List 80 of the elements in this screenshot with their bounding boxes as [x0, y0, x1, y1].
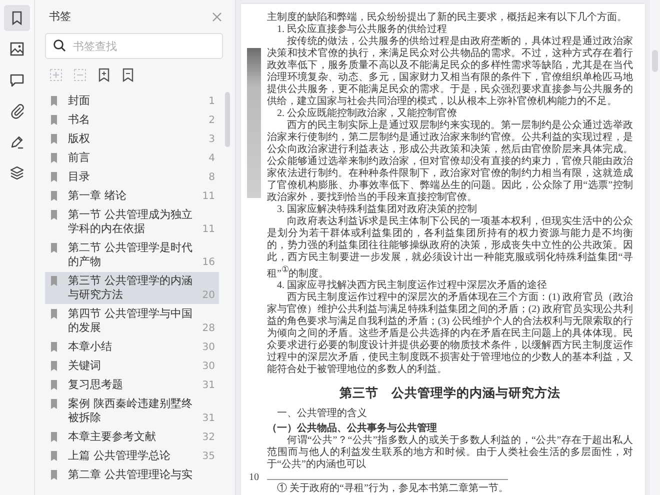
- section-title: 第三节 公共管理学的内涵与研究方法: [338, 385, 562, 402]
- layers-icon: [9, 165, 25, 181]
- page-number: 8: [208, 171, 215, 184]
- bookmark-label: 本章小结: [67, 340, 113, 354]
- bookmark-item[interactable]: 书名 2: [45, 111, 219, 129]
- bookmark-label: 目录: [67, 170, 91, 184]
- bookmark-item[interactable]: 第四节 公共管理学与中国的发展 28: [45, 305, 219, 337]
- page-number: 31: [201, 412, 215, 425]
- bookmark-label: 关键词: [67, 359, 102, 373]
- bookmark-label: 第一节 公共管理成为独立学科的内在依据: [67, 208, 193, 236]
- page-number: 2: [208, 114, 215, 127]
- bookmark-item[interactable]: 第二章 公共管理理论与实: [45, 466, 219, 484]
- bookmark-item[interactable]: 前言 4: [45, 149, 219, 167]
- bookmark-icon: [51, 309, 57, 319]
- list-heading: 4. 国家应寻找解决西方民主制度运作过程中深层次矛盾的途径: [276, 280, 548, 292]
- page-number: 35: [201, 450, 215, 463]
- search-icon: [53, 39, 66, 52]
- page-number: 11: [201, 190, 215, 203]
- page-number: 10: [249, 472, 259, 484]
- scrollbar-thumb[interactable]: [652, 50, 658, 72]
- panel-title: 书签: [49, 9, 71, 24]
- subheading: （一）公共物品、公共事务与公共管理: [267, 423, 438, 434]
- pen-icon: [9, 134, 25, 150]
- heading: 一、公共管理的含义: [276, 408, 368, 420]
- bookmark-item[interactable]: 第一章 绪论 11: [45, 187, 219, 205]
- paragraph: 按传统的做法，公共服务的供给过程是由政府垄断的，具体过程是通过政治家决策和技术官僚的执行，来满足民众对公共物品的需求。不过，这种方式存在着行政效率低下，服务质量不高以及不能满足民众的多样性需求等缺陷，尤其是在当代治理环境复杂、动态、多元，国家财力又相当有限的条件下，官僚组织单枪匹马地提供公共服务，更不能满足民众的需求。于是，民众强烈要求直接参与公共服务的供给，建立国家与社会共同治理的模式，以从根本上弥补官僚机构能力的不足。: [267, 36, 633, 108]
- bookmark-item[interactable]: 本章小结 30: [45, 338, 219, 356]
- bookmark-label: 上篇 公共管理学总论: [67, 449, 172, 463]
- bookmark-label: 第四节 公共管理学与中国的发展: [67, 307, 193, 335]
- sidebar-tab[interactable]: [4, 5, 30, 31]
- bookmark-label: 第二章 公共管理理论与实: [67, 468, 193, 482]
- page-number: 31: [201, 379, 215, 392]
- bookmark-item[interactable]: 第一节 公共管理成为独立学科的内在依据 11: [45, 206, 219, 238]
- paragraph: 主制度的缺陷和弊端，民众纷纷提出了新的民主要求，概括起来有以下几个方面。: [267, 12, 628, 24]
- bookmark-icon: [51, 243, 57, 253]
- page-number: 3: [208, 133, 215, 146]
- bookmark-label: 书名: [67, 113, 91, 127]
- page-number: 30: [201, 360, 215, 373]
- page-number: 32: [201, 431, 215, 444]
- list-heading: 1. 民众应直接参与公共服务的供给过程: [276, 24, 448, 36]
- bookmark-label: 版权: [67, 132, 91, 146]
- bookmark-label: 前言: [67, 151, 91, 165]
- bookmark-item[interactable]: 关键词 30: [45, 357, 219, 375]
- paragraph: 西方民主制度运作过程中的深层次的矛盾体现在三个方面：(1) 政府官员（政治家与官僚）维护公共利益与满足特殊利益集团之间的矛盾；(2) 政府官员实现公共利益的角色要求与满足自我利益的矛盾；(3) 公民维护个人的合法权利与无限索取的行为倾向之间的矛盾。这些矛盾是公共选择的内在矛盾在民主问题上的具体体现。民众要求进行必要的制度设计并提供必要的物质技术条件，以缓解西方民主制度运作过程中的深层次矛盾，使民主制度既不损害处于管理地位的少数人的基本利益，又能符合处于被管理地位的多数人的利益。: [267, 292, 633, 376]
- footnote: ① 关于政府的“寻租”行为，参见本书第二章第一节。: [267, 479, 508, 495]
- bookmark-item[interactable]: 目录 8: [45, 168, 219, 186]
- image-icon: [9, 41, 25, 57]
- page-number: 28: [201, 322, 215, 335]
- bookmark-item[interactable]: 案例 陕西秦岭违建别墅终被拆除 31: [45, 395, 219, 427]
- paragraph: 向政府表达利益诉求是民主体制下公民的一项基本权利，但现实生活中的公众是划分为若干群体或利益集团的，各利益集团所持有的权力资源与能力是不均衡的，势力强的利益集团往往能够操纵政府的决策，形成丧失中立性的公共政策。因此，西方民主制要进一步发展，就必须设计出一种能克服或弱化特殊利益集团“寻租”$^{①}$的制度。: [267, 216, 633, 280]
- bookmark-label: 封面: [67, 94, 91, 108]
- list-heading: 3. 国家应解决特殊利益集团对政府决策的控制: [276, 204, 478, 216]
- bookmark-item[interactable]: 本章主要参考文献 32: [45, 428, 219, 446]
- bookmark-item[interactable]: 封面 1: [45, 92, 219, 110]
- bookmark-label: 复习思考题: [67, 378, 124, 392]
- paragraph: 西方的民主制实际上是通过双层制约来实现的。第一层制约是公众通过选举政治家来行使制约，第二层制约是通过政治家来制约官僚。公共利益的实现过程，是公众向政治家进行利益表达，形成公共政策和决策，然后由官僚阶层来具体完成。公众能够通过选举来制约政治家，但对官僚却没有直接的约束力，官僚只能由政治家依法进行制约。在种种条件限制下，政治家对官僚的制约力相当有限，这就造成了官僚机构膨胀、办事效率低下、弊端丛生的问题。因此，公众除了用“选票”控制政治家外，要找到恰当的手段来直接控制官僚。: [267, 120, 633, 204]
- bookmark-label: 本章主要参考文献: [67, 430, 157, 444]
- page-number: 11: [201, 223, 215, 236]
- list-heading: 2. 公众应既能控制政治家，又能控制官僚: [276, 108, 458, 120]
- bookmark-item[interactable]: 第二节 公共管理学是时代的产物 16: [45, 239, 219, 271]
- page-number: 30: [201, 341, 215, 354]
- page-number: 1: [208, 95, 215, 108]
- bookmark-item[interactable]: 上篇 公共管理学总论 35: [45, 447, 219, 465]
- paperclip-icon: [9, 103, 25, 119]
- bookmark-label: 第三节 公共管理学的内涵与研究方法: [67, 274, 193, 302]
- bookmark-item[interactable]: 复习思考题 31: [45, 376, 219, 394]
- close-icon[interactable]: [211, 10, 223, 22]
- paragraph: 何谓“公共”？“公共”指多数人的或关于多数人利益的，“公共”存在于超出私人范围而与他人的利益发生联系的地方和时候。由于人类社会生活的多层面性，对于“公共”的内涵也可以: [267, 435, 633, 472]
- bookmark-label: 第二节 公共管理学是时代的产物: [67, 241, 193, 269]
- bookmark-item[interactable]: 版权 3: [45, 130, 219, 148]
- page-number: 16: [201, 256, 215, 269]
- bookmark-item[interactable]: 第三节 公共管理学的内涵与研究方法 20: [45, 272, 219, 304]
- bookmark-icon: [51, 276, 57, 286]
- bookmark-label: 案例 陕西秦岭违建别墅终被拆除: [67, 397, 193, 425]
- bookmark-label: 第一章 绪论: [67, 189, 128, 203]
- page-number: 20: [201, 289, 215, 302]
- page-number: 4: [208, 152, 215, 165]
- comment-icon: [9, 72, 25, 88]
- scrollbar-thumb[interactable]: [225, 92, 230, 147]
- search-field[interactable]: 书签查找: [45, 33, 223, 59]
